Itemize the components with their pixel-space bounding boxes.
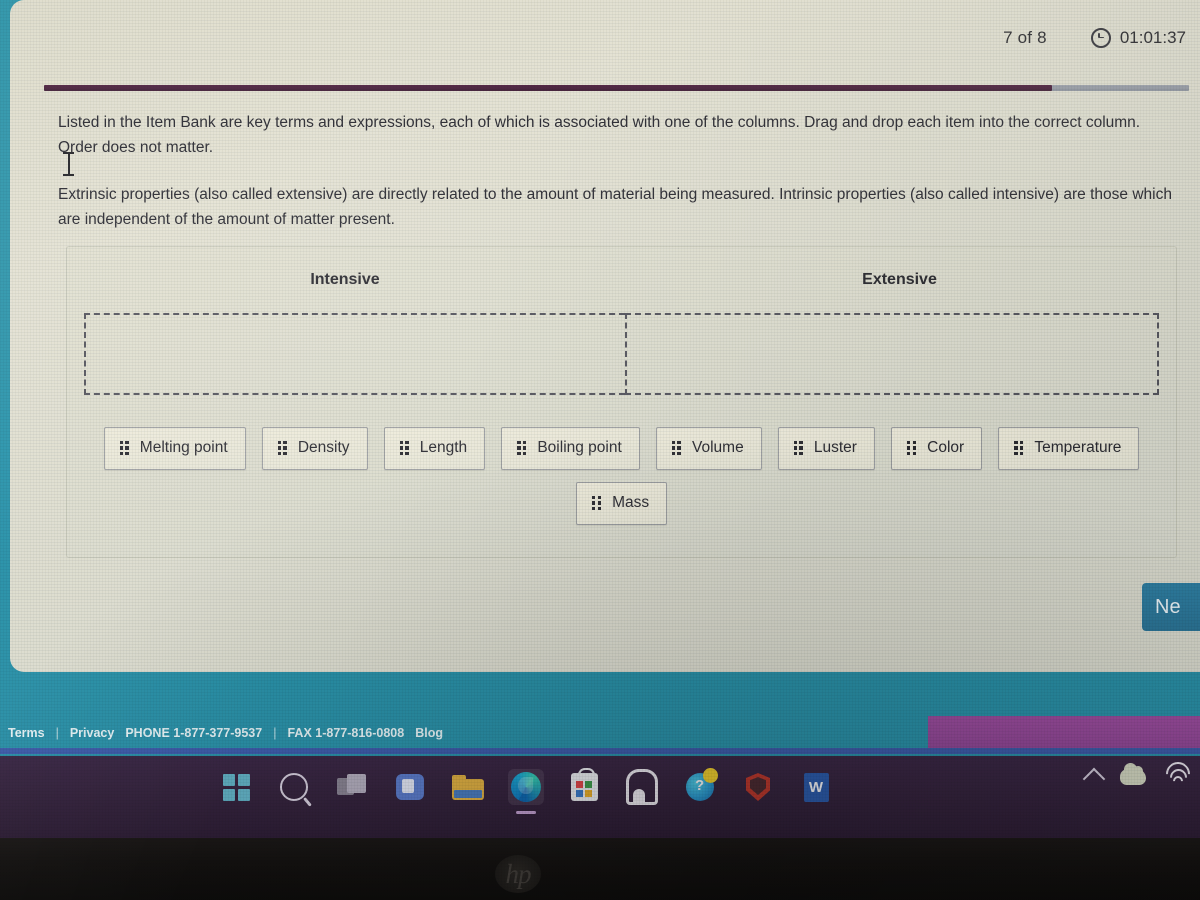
footer-fax: FAX 1-877-816-0808 xyxy=(287,726,405,740)
drag-handle-icon[interactable] xyxy=(1014,440,1024,456)
search-icon[interactable] xyxy=(276,769,312,805)
drag-handle-icon[interactable] xyxy=(119,440,129,456)
drag-handle-icon[interactable] xyxy=(906,440,917,456)
item-chip-color[interactable]: Color xyxy=(890,427,983,470)
arch-app-icon[interactable] xyxy=(624,769,660,805)
item-chip-label: Length xyxy=(419,439,468,456)
drag-handle-icon[interactable] xyxy=(671,440,681,456)
drag-handle-icon[interactable] xyxy=(517,440,527,456)
dropzone-extensive[interactable] xyxy=(625,313,1159,395)
taskbar-icon-group: ? W xyxy=(218,764,834,814)
instructions-paragraph-1: Listed in the Item Bank are key terms an… xyxy=(58,114,1141,156)
item-bank-row-2: Mass xyxy=(67,482,1176,525)
item-chip-label: Density xyxy=(297,439,350,456)
quiz-progress-bar xyxy=(44,85,1189,91)
footer-separator: | xyxy=(55,726,59,740)
mcafee-shield-icon[interactable] xyxy=(740,769,776,805)
system-tray xyxy=(1082,756,1195,791)
dropzone-intensive[interactable] xyxy=(84,313,625,395)
instructions-paragraph-2: Extrinsic properties (also called extens… xyxy=(58,186,1172,228)
quiz-timer: 01:01:37 xyxy=(1090,28,1200,48)
timer-value: 01:01:37 xyxy=(1119,28,1186,47)
file-explorer-icon[interactable] xyxy=(450,769,486,805)
footer-link-blog[interactable]: Blog xyxy=(415,726,443,740)
column-header-intensive: Intensive xyxy=(310,271,380,288)
item-chip-density[interactable]: Density xyxy=(261,427,368,470)
item-chip-label: Mass xyxy=(612,494,650,511)
item-chip-volume[interactable]: Volume xyxy=(655,427,762,470)
laptop-bezel xyxy=(0,838,1200,900)
start-icon[interactable] xyxy=(218,769,254,805)
footer-separator: | xyxy=(273,726,277,740)
drag-handle-icon[interactable] xyxy=(277,440,287,456)
text-cursor xyxy=(63,152,74,178)
chevron-up-icon[interactable] xyxy=(1082,767,1106,791)
item-bank-row-1: Melting point Density Length Boiling poi… xyxy=(67,427,1176,470)
hp-logo: hp xyxy=(495,855,541,893)
cloud-icon[interactable] xyxy=(1120,762,1146,785)
column-header-extensive: Extensive xyxy=(862,271,937,288)
quiz-content-card: 7 of 8 01:01:37 Listed in the Item Bank … xyxy=(10,0,1200,672)
quiz-status-bar: 7 of 8 01:01:37 xyxy=(1003,28,1200,48)
item-chip-label: Melting point xyxy=(139,439,228,456)
footer-link-terms[interactable]: Terms xyxy=(8,726,45,740)
item-chip-label: Color xyxy=(927,439,965,456)
item-chip-label: Temperature xyxy=(1034,439,1122,456)
clock-icon xyxy=(1090,28,1111,48)
edge-icon[interactable] xyxy=(508,769,544,814)
drag-handle-icon[interactable] xyxy=(591,495,602,511)
item-chip-label: Volume xyxy=(691,439,744,456)
item-chip-luster[interactable]: Luster xyxy=(777,427,875,470)
item-chip-label: Luster xyxy=(813,439,857,456)
drag-handle-icon[interactable] xyxy=(399,440,409,456)
question-counter: 7 of 8 xyxy=(1003,28,1047,47)
browser-viewport: 7 of 8 01:01:37 Listed in the Item Bank … xyxy=(0,0,1200,756)
chat-icon[interactable] xyxy=(392,769,428,805)
wifi-icon[interactable] xyxy=(1161,756,1195,791)
word-icon[interactable]: W xyxy=(798,769,834,805)
item-chip-melting-point[interactable]: Melting point xyxy=(103,427,246,470)
microsoft-store-icon[interactable] xyxy=(566,768,602,805)
laptop-screen-photo: 7 of 8 01:01:37 Listed in the Item Bank … xyxy=(0,0,1200,900)
item-chip-boiling-point[interactable]: Boiling point xyxy=(501,427,640,470)
drag-handle-icon[interactable] xyxy=(793,440,803,456)
promo-underline xyxy=(0,748,1200,754)
item-chip-label: Boiling point xyxy=(537,439,622,456)
task-view-icon[interactable] xyxy=(334,769,370,805)
quiz-progress-fill xyxy=(44,85,1052,91)
item-bank: Melting point Density Length Boiling poi… xyxy=(67,427,1176,525)
footer-link-privacy[interactable]: Privacy xyxy=(70,726,114,740)
item-chip-temperature[interactable]: Temperature xyxy=(998,427,1140,470)
drag-and-drop-panel: Intensive Extensive Melting point Densit… xyxy=(66,246,1177,558)
next-button[interactable]: Ne xyxy=(1142,583,1200,631)
item-chip-mass[interactable]: Mass xyxy=(575,482,668,525)
site-footer: Terms | Privacy PHONE 1-877-377-9537 | F… xyxy=(0,726,1200,740)
footer-phone: PHONE 1-877-377-9537 xyxy=(125,726,263,740)
instructions-block: Listed in the Item Bank are key terms an… xyxy=(58,110,1173,232)
item-chip-length[interactable]: Length xyxy=(383,427,486,470)
globe-help-icon[interactable]: ? xyxy=(682,768,718,805)
